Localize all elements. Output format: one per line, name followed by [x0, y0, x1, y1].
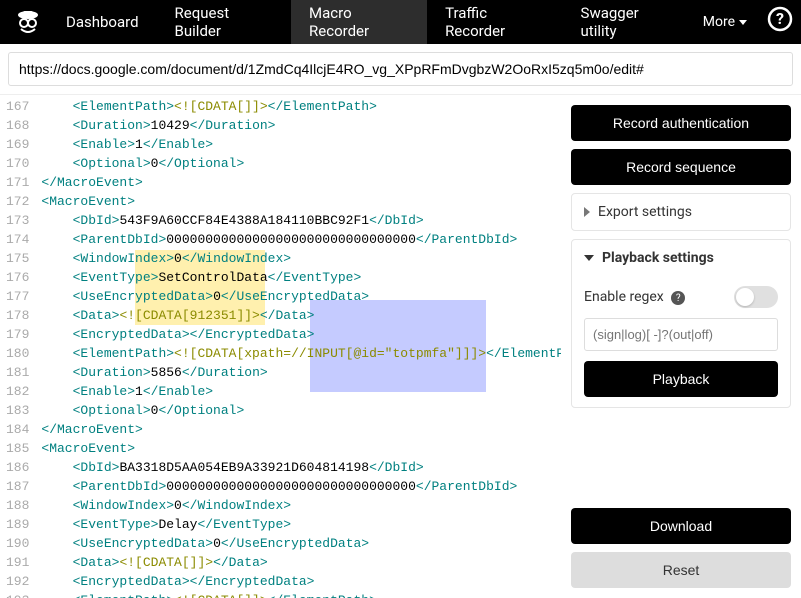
record-authentication-button[interactable]: Record authentication — [571, 105, 791, 141]
code-line[interactable]: <Duration>5856</Duration> — [37, 363, 561, 382]
nav-item-traffic-recorder[interactable]: Traffic Recorder — [427, 0, 562, 44]
record-sequence-button[interactable]: Record sequence — [571, 149, 791, 185]
export-settings-label: Export settings — [598, 204, 692, 220]
code-line[interactable]: <MacroEvent> — [37, 192, 561, 211]
code-line[interactable]: <EventType>Delay</EventType> — [37, 515, 561, 534]
nav-item-request-builder[interactable]: Request Builder — [157, 0, 291, 44]
app-logo — [8, 2, 48, 42]
code-line[interactable]: <EncryptedData></EncryptedData> — [37, 325, 561, 344]
export-settings-header[interactable]: Export settings — [572, 194, 790, 230]
url-bar — [0, 44, 801, 95]
more-label: More — [703, 14, 735, 30]
code-line[interactable]: <Optional>0</Optional> — [37, 401, 561, 420]
code-content[interactable]: <ElementPath><![CDATA[]]></ElementPath> … — [37, 95, 561, 598]
help-tooltip-icon[interactable]: ? — [671, 291, 685, 305]
code-line[interactable]: <ParentDbId>0000000000000000000000000000… — [37, 477, 561, 496]
code-line[interactable]: <ParentDbId>0000000000000000000000000000… — [37, 230, 561, 249]
code-line[interactable]: <DbId>BA3318D5AA054EB9A33921D604814198</… — [37, 458, 561, 477]
nav-item-macro-recorder[interactable]: Macro Recorder — [291, 0, 427, 44]
main-area: 1671681691701711721731741751761771781791… — [0, 95, 801, 598]
code-line[interactable]: <MacroEvent> — [37, 439, 561, 458]
nav-item-swagger-utility[interactable]: Swagger utility — [563, 0, 691, 44]
main-nav: DashboardRequest BuilderMacro RecorderTr… — [48, 0, 691, 44]
code-line[interactable]: <Duration>10429</Duration> — [37, 116, 561, 135]
chevron-down-icon — [584, 255, 594, 261]
export-settings-panel: Export settings — [571, 193, 791, 231]
code-line[interactable]: <EncryptedData></EncryptedData> — [37, 572, 561, 591]
code-line[interactable]: <Enable>1</Enable> — [37, 135, 561, 154]
code-line[interactable]: <ElementPath><![CDATA[xpath=//INPUT[@id=… — [37, 344, 561, 363]
playback-settings-body: Enable regex ? Playback — [572, 276, 790, 407]
playback-settings-panel: Playback settings Enable regex ? Playbac… — [571, 239, 791, 408]
svg-text:?: ? — [776, 9, 784, 28]
spy-icon — [13, 7, 43, 37]
code-line[interactable]: </MacroEvent> — [37, 173, 561, 192]
code-line[interactable]: <UseEncryptedData>0</UseEncryptedData> — [37, 287, 561, 306]
code-line[interactable]: <DbId>543F9A60CCF84E4388A184110BBC92F1</… — [37, 211, 561, 230]
bottom-buttons: Download Reset — [571, 508, 791, 588]
enable-regex-row: Enable regex ? — [584, 286, 778, 308]
code-line[interactable]: <Data><![CDATA[]]></Data> — [37, 553, 561, 572]
reset-button[interactable]: Reset — [571, 552, 791, 588]
code-line[interactable]: </MacroEvent> — [37, 420, 561, 439]
more-menu[interactable]: More — [691, 14, 759, 30]
enable-regex-toggle[interactable] — [734, 286, 778, 308]
download-button[interactable]: Download — [571, 508, 791, 544]
code-line[interactable]: <WindowIndex>0</WindowIndex> — [37, 249, 561, 268]
code-line[interactable]: <WindowIndex>0</WindowIndex> — [37, 496, 561, 515]
code-line[interactable]: <ElementPath><![CDATA[]]></ElementPath> — [37, 97, 561, 116]
code-line[interactable]: <UseEncryptedData>0</UseEncryptedData> — [37, 534, 561, 553]
chevron-down-icon — [739, 20, 747, 25]
sidebar: Record authentication Record sequence Ex… — [561, 95, 801, 598]
playback-button[interactable]: Playback — [584, 361, 778, 397]
help-icon[interactable]: ? — [767, 6, 793, 38]
topbar: DashboardRequest BuilderMacro RecorderTr… — [0, 0, 801, 44]
chevron-right-icon — [584, 207, 590, 217]
playback-settings-label: Playback settings — [602, 250, 714, 266]
line-gutter: 1671681691701711721731741751761771781791… — [0, 95, 37, 598]
code-line[interactable]: <Data><![CDATA[912351]]></Data> — [37, 306, 561, 325]
regex-input[interactable] — [584, 318, 778, 351]
code-line[interactable]: <Enable>1</Enable> — [37, 382, 561, 401]
nav-item-dashboard[interactable]: Dashboard — [48, 0, 157, 44]
code-editor[interactable]: 1671681691701711721731741751761771781791… — [0, 95, 561, 598]
playback-settings-header[interactable]: Playback settings — [572, 240, 790, 276]
url-input[interactable] — [8, 52, 793, 86]
code-line[interactable]: <Optional>0</Optional> — [37, 154, 561, 173]
enable-regex-label: Enable regex ? — [584, 289, 685, 306]
code-line[interactable]: <EventType>SetControlData</EventType> — [37, 268, 561, 287]
